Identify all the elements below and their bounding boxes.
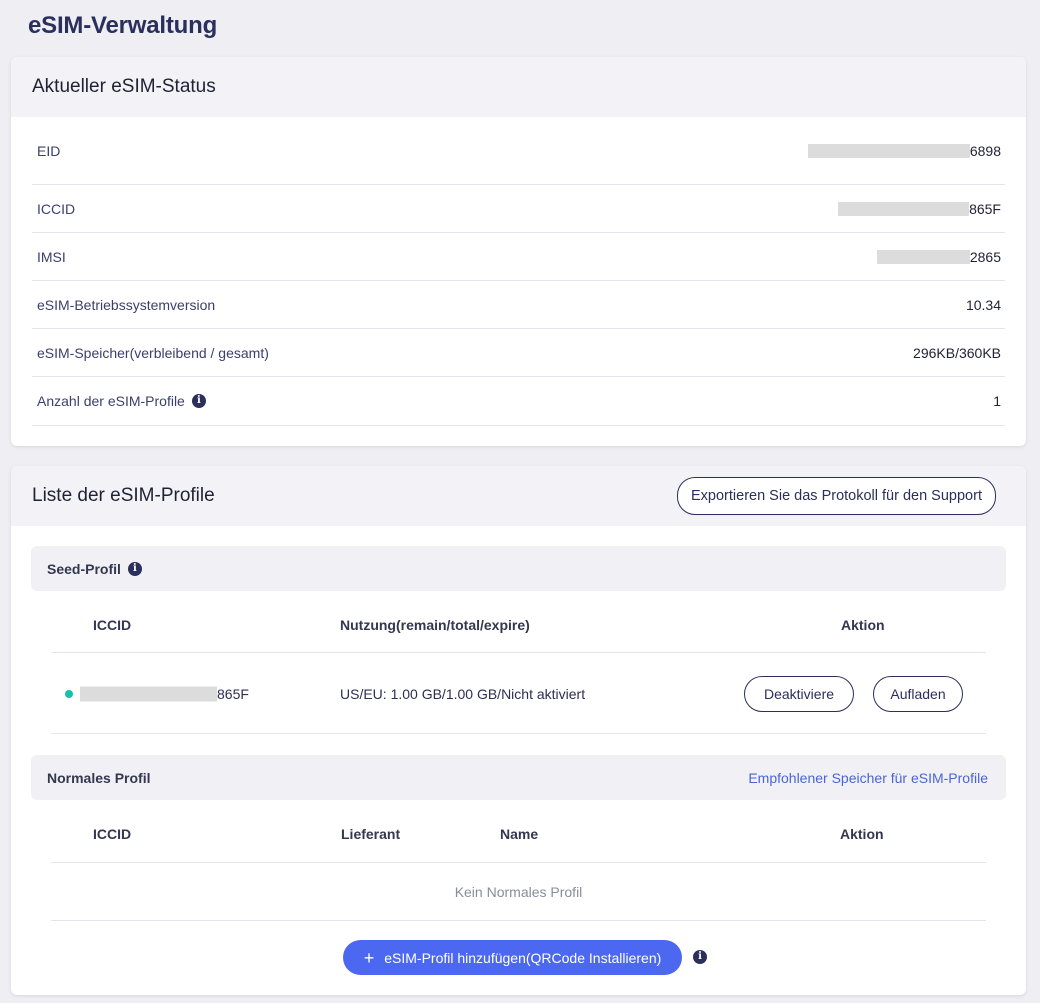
column-header-iccid: ICCID xyxy=(93,617,132,633)
column-header-usage: Nutzung(remain/total/expire) xyxy=(340,617,530,633)
seed-profile-heading: Seed-Profil i xyxy=(47,561,142,577)
esim-status-card: Aktueller eSIM-Status EID 6898 ICCID 865… xyxy=(11,57,1026,446)
normal-table-header: ICCID Lieferant Name Aktion xyxy=(51,806,986,863)
status-row-memory: eSIM-Speicher(verbleibend / gesamt) 296K… xyxy=(32,329,1005,377)
status-label: EID xyxy=(37,142,61,159)
seed-table-header: ICCID Nutzung(remain/total/expire) Aktio… xyxy=(51,598,986,653)
status-label: eSIM-Speicher(verbleibend / gesamt) xyxy=(37,344,269,361)
redacted-mask xyxy=(838,201,970,216)
status-row-imsi: IMSI 2865 xyxy=(32,233,1005,281)
active-status-dot xyxy=(65,689,73,698)
esim-profiles-card: Liste der eSIM-Profile Exportieren Sie d… xyxy=(11,466,1026,995)
profile-count-value: 1 xyxy=(993,393,1001,409)
seed-profile-section-bar: Seed-Profil i xyxy=(31,546,1006,591)
seed-iccid-value: 865F xyxy=(217,685,249,702)
column-header-name: Name xyxy=(500,826,539,842)
deactivate-button[interactable]: Deaktiviere xyxy=(744,675,854,712)
redacted-mask xyxy=(807,143,970,158)
status-card-title: Aktueller eSIM-Status xyxy=(32,76,216,97)
column-header-action: Aktion xyxy=(841,617,885,633)
info-icon[interactable]: i xyxy=(127,561,142,576)
status-label: eSIM-Betriebssystemversion xyxy=(37,296,216,313)
add-profile-label: eSIM-Profil hinzufügen(QRCode Installier… xyxy=(384,949,662,966)
column-header-iccid: ICCID xyxy=(93,826,132,842)
recommended-storage-link[interactable]: Empfohlener Speicher für eSIM-Profile xyxy=(748,770,988,786)
redacted-mask xyxy=(876,249,970,264)
export-log-button[interactable]: Exportieren Sie das Protokoll für den Su… xyxy=(677,477,996,515)
recharge-button[interactable]: Aufladen xyxy=(873,675,963,712)
os-version-value: 10.34 xyxy=(965,296,1001,313)
seed-profile-label: Seed-Profil xyxy=(47,560,121,577)
normal-profile-section-bar: Normales Profil Empfohlener Speicher für… xyxy=(31,755,1006,800)
status-value: 6898 xyxy=(807,142,1001,159)
plus-icon: + xyxy=(363,947,375,968)
redacted-mask xyxy=(80,686,217,701)
status-row-profile-count: Anzahl der eSIM-Profile i 1 xyxy=(32,377,1005,426)
profile-count-label: Anzahl der eSIM-Profile xyxy=(37,393,185,409)
status-card-header: Aktueller eSIM-Status xyxy=(11,57,1026,117)
column-header-action: Aktion xyxy=(840,826,884,842)
add-esim-profile-button[interactable]: + eSIM-Profil hinzufügen(QRCode Installi… xyxy=(343,940,682,975)
seed-profile-row: 865F US/EU: 1.00 GB/1.00 GB/Nicht aktivi… xyxy=(51,654,986,734)
status-value: 2865 xyxy=(876,248,1001,265)
eid-value: 6898 xyxy=(969,142,1001,159)
profiles-card-header: Liste der eSIM-Profile Exportieren Sie d… xyxy=(11,466,1026,526)
status-row-iccid: ICCID 865F xyxy=(32,185,1005,233)
status-label: IMSI xyxy=(37,248,66,265)
imsi-value: 2865 xyxy=(969,248,1001,265)
profiles-card-title: Liste der eSIM-Profile xyxy=(32,485,215,506)
page-title: eSIM-Verwaltung xyxy=(28,12,218,39)
status-value: 865F xyxy=(838,201,1001,217)
memory-value: 296KB/360KB xyxy=(913,344,1001,361)
status-list: EID 6898 ICCID 865F IMSI 2865 eSIM-Betri… xyxy=(11,117,1026,426)
info-icon[interactable]: i xyxy=(693,950,707,964)
status-row-eid: EID 6898 xyxy=(32,117,1005,185)
normal-profile-label: Normales Profil xyxy=(47,769,151,786)
info-icon[interactable]: i xyxy=(191,394,206,408)
column-header-supplier: Lieferant xyxy=(341,826,401,842)
status-label-with-info: Anzahl der eSIM-Profile i xyxy=(37,393,206,409)
seed-usage-value: US/EU: 1.00 GB/1.00 GB/Nicht aktiviert xyxy=(340,685,586,702)
empty-normal-profile-row: Kein Normales Profil xyxy=(51,863,986,921)
iccid-value: 865F xyxy=(969,200,1001,217)
status-row-os-version: eSIM-Betriebssystemversion 10.34 xyxy=(32,281,1005,329)
status-label: ICCID xyxy=(37,200,76,217)
empty-state-text: Kein Normales Profil xyxy=(454,883,583,900)
